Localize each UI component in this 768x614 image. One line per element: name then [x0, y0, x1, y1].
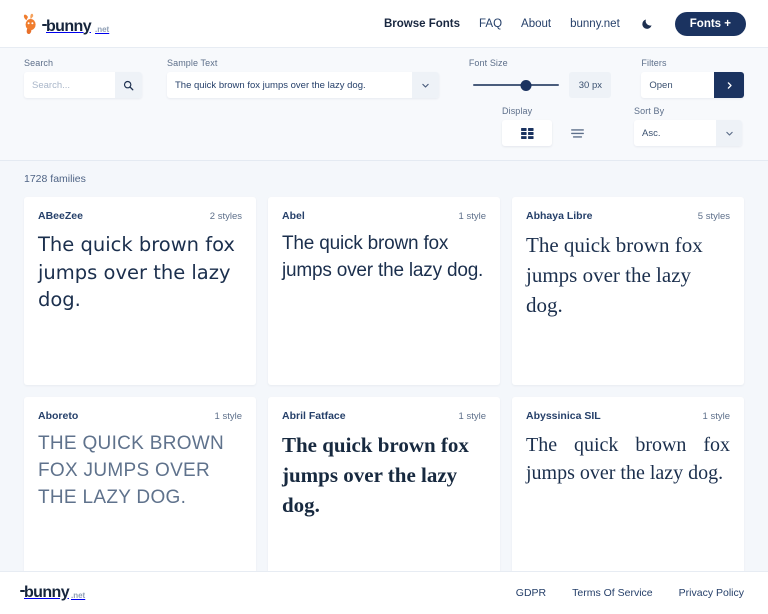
font-size-control: 30 px [469, 72, 612, 98]
display-label: Display [502, 106, 533, 116]
controls-bar: Search Sample Text [0, 48, 768, 161]
chevron-down-icon [725, 131, 733, 136]
footer-logo-tld: .net [71, 591, 86, 600]
controls-row-secondary: Display Sort By Asc. [24, 106, 744, 146]
search-submit-button[interactable] [115, 72, 142, 98]
font-card-name: Abyssinica SIL [526, 410, 601, 422]
results-section: 1728 families ABeeZee 2 styles The quick… [0, 161, 768, 585]
sort-by-dropdown-button[interactable] [716, 120, 742, 146]
footer-link-privacy-policy[interactable]: Privacy Policy [679, 587, 744, 599]
bunny-mascot-icon [23, 13, 36, 34]
font-card-preview: The quick brown fox jumps over the lazy … [526, 233, 703, 317]
filters-open-button[interactable] [714, 72, 745, 98]
sample-text-field-shell [167, 72, 439, 98]
sort-by-group: Sort By Asc. [634, 106, 742, 146]
chevron-right-icon [727, 81, 732, 89]
grid-view-icon [520, 127, 534, 139]
search-icon [123, 80, 134, 90]
font-card[interactable]: Abyssinica SIL 1 style The quick brown f… [512, 397, 744, 585]
search-input[interactable] [24, 72, 115, 98]
nav-item-bunnynet[interactable]: bunny.net [570, 18, 620, 30]
display-toggle [502, 120, 612, 146]
font-card-name: Abhaya Libre [526, 210, 593, 222]
search-field-shell [24, 72, 142, 98]
footer-link-gdpr[interactable]: GDPR [516, 587, 546, 599]
font-card-styles: 5 styles [697, 211, 730, 222]
font-card-header: Abel 1 style [282, 210, 486, 222]
sort-by-value: Asc. [642, 127, 661, 139]
font-size-slider[interactable] [469, 72, 564, 98]
controls-row-primary: Search Sample Text [24, 58, 745, 98]
dark-mode-toggle[interactable] [639, 15, 656, 32]
nav-item-about[interactable]: About [521, 18, 551, 30]
font-card-preview: The quick brown fox jumps over the lazy … [38, 233, 235, 312]
filters-control[interactable]: Open [641, 72, 745, 98]
font-card-grid: ABeeZee 2 styles The quick brown fox jum… [24, 197, 744, 585]
sample-text-group: Sample Text [167, 58, 439, 98]
font-card-header: Abhaya Libre 5 styles [526, 210, 730, 222]
font-card-preview: The quick brown fox jumps over the lazy … [282, 433, 469, 517]
font-card-name: Abril Fatface [282, 410, 346, 422]
search-label: Search [24, 58, 54, 68]
font-card-preview: The quick brown fox jumps over the lazy … [38, 433, 225, 508]
font-card[interactable]: Aboreto 1 style The quick brown fox jump… [24, 397, 256, 585]
font-card-header: ABeeZee 2 styles [38, 210, 242, 222]
results-count: 1728 families [24, 173, 86, 185]
font-size-value: 30 px [569, 72, 612, 98]
font-card[interactable]: Abril Fatface 1 style The quick brown fo… [268, 397, 500, 585]
footer-links: GDPR Terms Of Service Privacy Policy [516, 587, 744, 599]
filters-group: Filters Open [641, 58, 745, 98]
list-view-icon [570, 128, 584, 138]
font-card-name: Abel [282, 210, 305, 222]
font-card[interactable]: Abhaya Libre 5 styles The quick brown fo… [512, 197, 744, 385]
sort-by-label: Sort By [634, 106, 665, 116]
chevron-down-icon [422, 83, 429, 88]
display-option-grid[interactable] [502, 120, 552, 146]
brand-logo[interactable]: bunny .net [22, 13, 109, 35]
fonts-cta-button[interactable]: Fonts + [674, 11, 746, 36]
font-card[interactable]: ABeeZee 2 styles The quick brown fox jum… [24, 197, 256, 385]
font-card-header: Aboreto 1 style [38, 410, 242, 422]
font-size-label: Font Size [468, 58, 508, 68]
font-card-styles: 1 style [214, 411, 242, 422]
font-card-styles: 1 style [458, 211, 486, 222]
footer-logo-wordmark: bunny [20, 584, 70, 601]
font-size-group: Font Size 30 px [469, 58, 612, 98]
font-card-preview: The quick brown fox jumps over the lazy … [526, 434, 730, 485]
font-card-styles: 2 styles [209, 211, 242, 222]
logo-wordmark: bunny [42, 17, 92, 35]
font-size-slider-thumb[interactable] [520, 79, 532, 91]
display-option-list[interactable] [552, 120, 602, 146]
sample-text-dropdown-button[interactable] [411, 72, 439, 98]
font-card-name: Aboreto [38, 410, 79, 422]
sample-text-input[interactable] [167, 72, 412, 98]
footer-brand-logo[interactable]: bunny .net [20, 584, 86, 601]
sample-text-label: Sample Text [167, 58, 218, 68]
footer-link-terms-of-service[interactable]: Terms Of Service [572, 587, 653, 599]
filters-label: Filters [641, 58, 667, 68]
moon-icon [642, 19, 652, 29]
font-card-header: Abyssinica SIL 1 style [526, 410, 730, 422]
font-card-styles: 1 style [702, 411, 730, 422]
font-card-header: Abril Fatface 1 style [282, 410, 486, 422]
font-card-preview: The quick brown fox jumps over the lazy … [282, 233, 484, 281]
font-card-name: ABeeZee [38, 210, 83, 222]
nav-item-faq[interactable]: FAQ [479, 18, 502, 30]
filters-value: Open [649, 79, 673, 91]
search-group: Search [24, 58, 142, 98]
nav-item-browse-fonts[interactable]: Browse Fonts [384, 18, 460, 30]
display-group: Display [502, 106, 612, 146]
sort-by-control[interactable]: Asc. [634, 120, 742, 146]
font-card-styles: 1 style [458, 411, 486, 422]
main-nav: Browse Fonts FAQ About bunny.net Fonts + [384, 11, 746, 36]
font-card[interactable]: Abel 1 style The quick brown fox jumps o… [268, 197, 500, 385]
logo-tld: .net [95, 24, 110, 34]
site-footer: bunny .net GDPR Terms Of Service Privacy… [0, 571, 768, 614]
site-header: bunny .net Browse Fonts FAQ About bunny.… [0, 0, 768, 48]
